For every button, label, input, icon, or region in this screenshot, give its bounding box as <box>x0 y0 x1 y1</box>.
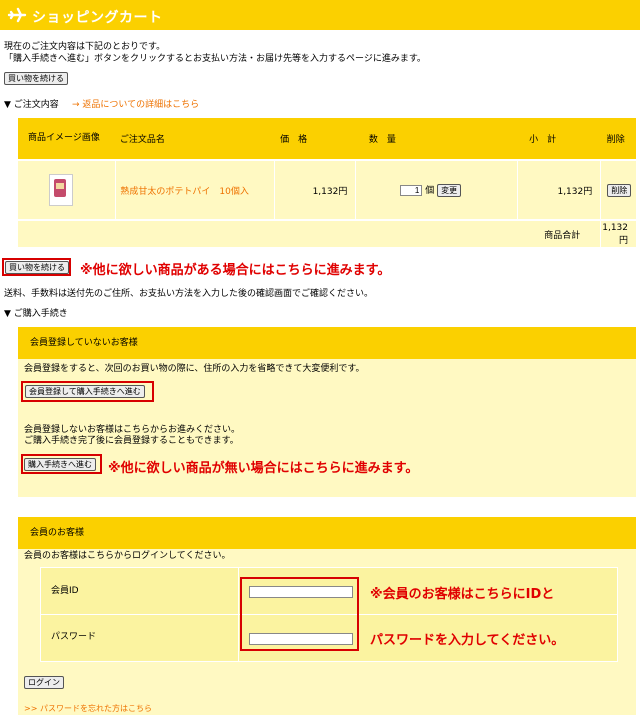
product-subtotal: 1,132円 <box>517 160 602 220</box>
member-section: 会員のお客様 会員のお客様はこちらからログインしてください。 会員ID パスワー… <box>18 517 636 715</box>
update-quantity-button[interactable]: 変更 <box>437 184 462 197</box>
product-name-link[interactable]: 熟成甘太のポテトパイ 10個入 <box>115 160 275 220</box>
shipping-note: 送料、手数料は送付先のご住所、お支払い方法を入力した後の確認画面でご確認ください… <box>4 289 374 299</box>
cart-total-row: 商品合計 1,132円 <box>18 220 636 247</box>
password-input[interactable] <box>249 633 353 645</box>
col-delete: 削除 <box>606 135 625 145</box>
quantity-input[interactable] <box>400 185 423 196</box>
continue-shopping-button-top[interactable]: 買い物を続ける <box>4 72 68 85</box>
intro-text-1: 現在のご注文内容は下記のとおりです。 <box>4 42 166 52</box>
login-button[interactable]: ログイン <box>24 676 64 689</box>
member-id-label: 会員ID <box>51 586 79 596</box>
returns-link[interactable]: → 返品についての詳細はこちら <box>72 100 199 111</box>
guest-section-header: 会員登録していないお客様 <box>18 327 636 359</box>
quantity-unit: 個 <box>425 186 435 196</box>
cart-header-row: 商品イメージ画像 ご注文品名 価 格 数 量 小 計 削除 <box>18 118 636 160</box>
proceed-to-checkout-button[interactable]: 購入手続きへ進む <box>24 458 96 471</box>
page-header: ショッピングカート <box>0 0 640 30</box>
delete-item-button[interactable]: 削除 <box>607 183 632 197</box>
member-section-header: 会員のお客様 <box>18 517 636 549</box>
order-section-label: ▼ ご注文内容 <box>4 100 59 110</box>
continue-shopping-button[interactable]: 買い物を続ける <box>5 261 69 274</box>
col-image: 商品イメージ画像 <box>28 133 100 143</box>
guest-note-1: 会員登録しないお客様はこちらからお進みください。 <box>24 425 241 435</box>
annotation-login-2: パスワードを入力してください。 <box>370 633 565 648</box>
col-quantity: 数 量 <box>368 135 396 145</box>
cart-table: 商品イメージ画像 ご注文品名 価 格 数 量 小 計 削除 熟成甘太のポテトパイ… <box>18 118 636 247</box>
col-price: 価 格 <box>280 135 308 145</box>
password-label: パスワード <box>51 632 97 642</box>
product-price: 1,132円 <box>274 160 357 220</box>
guest-note-2: ご購入手続き完了後に会員登録することもできます。 <box>24 436 239 446</box>
register-and-purchase-button[interactable]: 会員登録して購入手続きへ進む <box>25 385 145 398</box>
cart-item-row: 熟成甘太のポテトパイ 10個入 1,132円 個 変更 1,132円 削除 <box>18 160 636 220</box>
purchase-section-label: ▼ ご購入手続き <box>4 309 68 319</box>
intro-text-2: 「購入手続きへ進む」ボタンをクリックするとお支払い方法・お届け先等を入力するペー… <box>4 54 426 64</box>
guest-section: 会員登録していないお客様 会員登録をすると、次回のお買い物の際に、住所の入力を省… <box>18 327 636 497</box>
guest-section-title: 会員登録していないお客様 <box>30 338 138 348</box>
annotation-proceed: ※他に欲しい商品が無い場合にはこちらに進みます。 <box>108 461 419 476</box>
total-label: 商品合計 <box>18 220 602 247</box>
col-subtotal: 小 計 <box>529 135 557 145</box>
guest-description: 会員登録をすると、次回のお買い物の際に、住所の入力を省略できて大変便利です。 <box>24 364 365 374</box>
col-product-name: ご注文品名 <box>119 135 165 145</box>
annotation-login-1: ※会員のお客様はこちらにIDと <box>370 587 555 602</box>
product-thumbnail[interactable] <box>49 174 73 206</box>
annotation-continue: ※他に欲しい商品がある場合にはこちらに進みます。 <box>80 263 391 278</box>
forgot-password-link[interactable]: >> パスワードを忘れた方はこちら <box>24 703 152 714</box>
member-section-title: 会員のお客様 <box>30 528 85 538</box>
member-description: 会員のお客様はこちらからログインしてください。 <box>24 551 231 561</box>
total-value: 1,132円 <box>602 222 628 246</box>
member-id-input[interactable] <box>249 586 353 598</box>
page-title: ショッピングカート <box>32 10 163 26</box>
airplane-icon <box>7 7 27 23</box>
